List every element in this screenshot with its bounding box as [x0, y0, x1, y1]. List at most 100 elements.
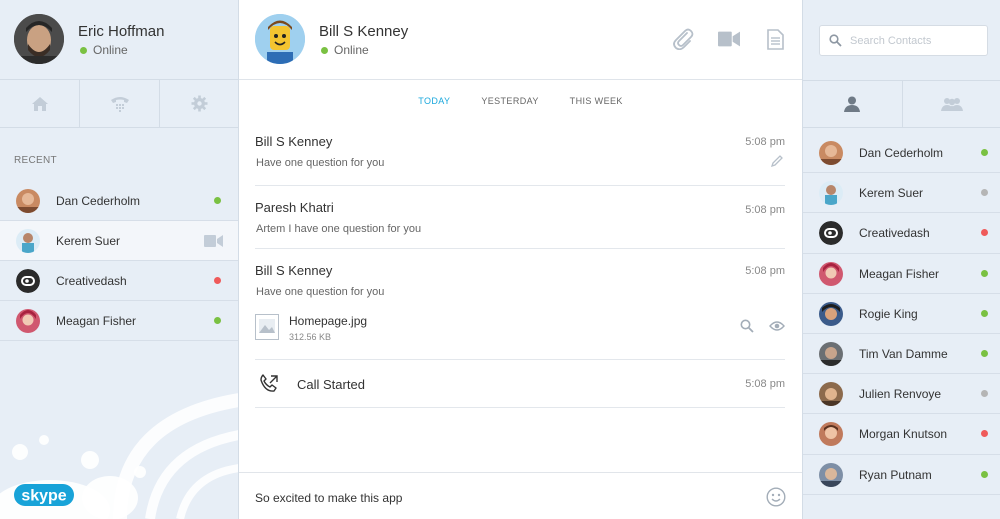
contact-name: Creativedash: [56, 274, 127, 288]
skype-logo: skype: [14, 484, 74, 506]
call-event-item[interactable]: Call Started 5:08 pm: [255, 360, 785, 408]
contact-item-creativedash[interactable]: Creativedash: [803, 213, 1000, 254]
phone-dialpad-icon: [110, 97, 129, 112]
recent-item-creativedash[interactable]: Creativedash: [0, 261, 238, 301]
conversation-header: Bill S Kenney Online: [239, 0, 802, 80]
message-item[interactable]: Bill S Kenney Have one question for you …: [255, 249, 785, 360]
call-event-label: Call Started: [297, 377, 365, 392]
contact-name: Tim Van Damme: [859, 346, 948, 361]
message-sender: Paresh Khatri: [255, 200, 334, 215]
my-status: Online: [80, 43, 128, 57]
search-contacts-box[interactable]: [819, 25, 988, 56]
contact-name: Dan Cederholm: [859, 146, 944, 160]
message-input-text[interactable]: So excited to make this app: [255, 491, 402, 505]
message-text: Artem I have one question for you: [256, 223, 422, 235]
paperclip-icon: [673, 28, 694, 50]
contact-item-dan-cederholm[interactable]: Dan Cederholm: [803, 133, 1000, 174]
recent-section-label: RECENT: [14, 155, 57, 166]
message-text: Have one question for you: [256, 286, 385, 298]
away-status-dot: [981, 189, 988, 197]
tab-groups[interactable]: [903, 81, 1000, 127]
contact-name: Rogie King: [859, 306, 918, 321]
contact-name: Meagan Fisher: [859, 266, 940, 281]
contact-name: Dan Cederholm: [56, 194, 141, 208]
preview-file-button[interactable]: [769, 319, 785, 337]
left-nav-bar: [0, 80, 238, 128]
tab-today[interactable]: TODAY: [418, 96, 450, 106]
message-composer[interactable]: So excited to make this app: [239, 472, 802, 519]
person-icon: [844, 96, 861, 112]
file-size: 312.56 KB: [289, 332, 332, 342]
conversation-details-button[interactable]: [764, 28, 786, 50]
avatar: [16, 269, 40, 293]
message-item[interactable]: Paresh Khatri Artem I have one question …: [255, 186, 785, 249]
message-item[interactable]: Bill S Kenney Have one question for you …: [255, 120, 785, 186]
contact-item-ryan-putnam[interactable]: Ryan Putnam: [803, 455, 1000, 495]
edit-message-button[interactable]: [770, 155, 783, 173]
contact-avatar[interactable]: [255, 14, 305, 64]
online-status-dot: [981, 149, 988, 156]
message-time: 5:08 pm: [745, 136, 785, 148]
busy-status-dot: [981, 430, 988, 438]
outgoing-call-icon: [260, 374, 278, 392]
avatar: [819, 221, 843, 246]
message-sender: Bill S Kenney: [255, 263, 333, 278]
contact-name: Creativedash: [859, 226, 930, 241]
recent-item-dan-cederholm[interactable]: Dan Cederholm: [0, 181, 238, 221]
tab-this-week[interactable]: THIS WEEK: [570, 96, 623, 106]
tab-contacts[interactable]: [803, 81, 903, 127]
smiley-icon: [766, 487, 786, 507]
contact-status-text: Online: [334, 43, 369, 57]
gear-icon: [191, 95, 208, 112]
contact-name: Meagan Fisher: [56, 314, 137, 328]
recent-item-meagan-fisher[interactable]: Meagan Fisher: [0, 301, 238, 341]
avatar: [819, 382, 843, 407]
online-status-dot: [981, 309, 988, 317]
left-sidebar: Eric Hoffman Online RECENT Dan Cederholm: [0, 0, 239, 519]
contact-item-kerem-suer[interactable]: Kerem Suer: [803, 173, 1000, 214]
contact-name: Kerem Suer: [56, 234, 121, 248]
message-list: Bill S Kenney Have one question for you …: [255, 120, 785, 408]
contact-item-tim-van-damme[interactable]: Tim Van Damme: [803, 334, 1000, 375]
my-name: Eric Hoffman: [78, 23, 165, 40]
skype-app-window: Eric Hoffman Online RECENT Dan Cederholm: [0, 0, 1000, 519]
conversation-actions: [672, 28, 786, 50]
video-call-button[interactable]: [718, 28, 740, 50]
pencil-icon: [770, 155, 783, 168]
attach-file-button[interactable]: [672, 28, 694, 50]
emoji-button[interactable]: [766, 487, 786, 512]
recent-item-kerem-suer[interactable]: Kerem Suer: [0, 221, 238, 261]
video-call-indicator[interactable]: [204, 234, 223, 252]
home-button[interactable]: [0, 80, 80, 127]
contacts-sidebar: Dan Cederholm Kerem Suer Creativedash Me…: [802, 0, 1000, 519]
tab-yesterday[interactable]: YESTERDAY: [481, 96, 538, 106]
search-contacts-input[interactable]: [850, 32, 980, 50]
contact-name: Kerem Suer: [859, 186, 924, 201]
online-status-dot: [214, 317, 221, 324]
my-profile-header[interactable]: Eric Hoffman Online: [0, 0, 238, 80]
online-status-dot: [321, 47, 328, 54]
search-icon: [740, 319, 754, 333]
settings-button[interactable]: [160, 80, 238, 127]
contact-name: Morgan Knutson: [859, 427, 948, 442]
avatar: [819, 141, 843, 165]
search-file-button[interactable]: [740, 319, 754, 338]
avatar: [16, 189, 40, 213]
contact-item-meagan-fisher[interactable]: Meagan Fisher: [803, 254, 1000, 294]
contact-name: Ryan Putnam: [859, 467, 932, 482]
recent-conversations-list: Dan Cederholm Kerem Suer Creativedash Me…: [0, 181, 238, 341]
file-attachment[interactable]: Homepage.jpg 312.56 KB: [255, 311, 785, 345]
dialpad-button[interactable]: [80, 80, 160, 127]
contact-item-julien-renvoye[interactable]: Julien Renvoye: [803, 374, 1000, 415]
contacts-tabs: [803, 80, 1000, 128]
contact-item-morgan-knutson[interactable]: Morgan Knutson: [803, 414, 1000, 455]
online-status-dot: [981, 349, 988, 357]
file-name: Homepage.jpg: [289, 314, 368, 328]
home-icon: [31, 96, 48, 111]
online-status-dot: [981, 470, 988, 478]
my-avatar[interactable]: [14, 14, 64, 64]
contact-item-rogie-king[interactable]: Rogie King: [803, 294, 1000, 334]
avatar: [819, 261, 843, 286]
contacts-list: Dan Cederholm Kerem Suer Creativedash Me…: [803, 133, 1000, 495]
document-icon: [766, 28, 784, 50]
